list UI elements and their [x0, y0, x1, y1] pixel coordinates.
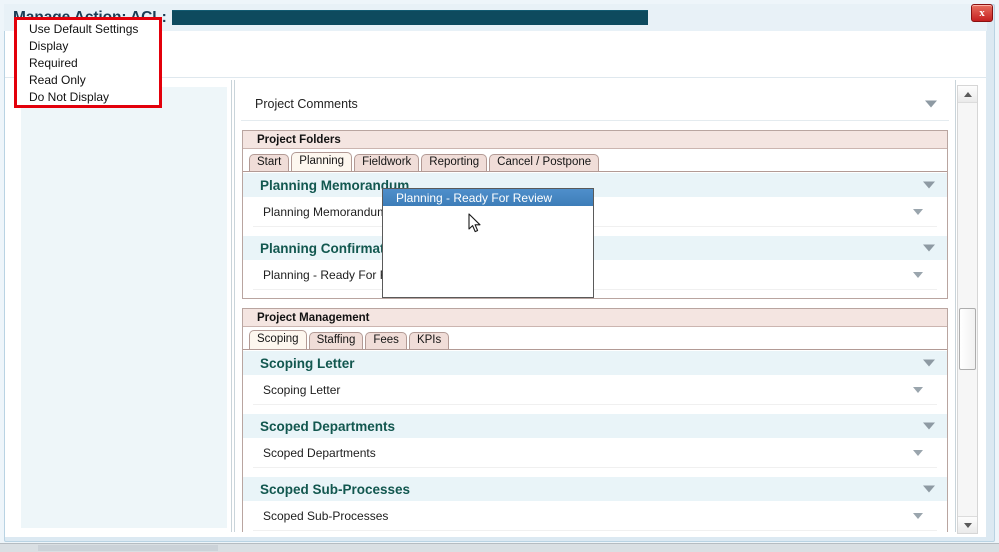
section-item-planning-memorandum[interactable]: Planning Memorandum — [253, 197, 937, 227]
scrollbar-thumb[interactable] — [959, 308, 976, 370]
scroll-down-arrow-icon[interactable] — [958, 516, 977, 533]
scroll-down-glyph — [963, 522, 972, 528]
project-management-group: Project Management Scoping Staffing Fees… — [242, 308, 948, 532]
chevron-down-icon[interactable] — [923, 244, 935, 252]
project-management-title: Project Management — [243, 309, 947, 327]
title-redaction-bar — [171, 10, 648, 25]
tab-scoping[interactable]: Scoping — [249, 330, 307, 349]
chevron-down-icon[interactable] — [923, 422, 935, 430]
menu-item-required[interactable]: Required — [17, 54, 159, 71]
project-management-tabs: Scoping Staffing Fees KPIs — [243, 327, 947, 349]
tab-fieldwork[interactable]: Fieldwork — [354, 154, 420, 171]
chevron-down-icon[interactable] — [913, 512, 923, 519]
main-content-pane: Project Comments Project Folders Start P… — [234, 80, 956, 532]
row-spacer — [243, 531, 947, 532]
chevron-down-icon[interactable] — [913, 271, 923, 278]
chevron-down-icon[interactable] — [925, 100, 937, 108]
vertical-scrollbar[interactable] — [957, 85, 978, 534]
project-management-tab-panel: Scoping Letter Scoping Letter Scoped Dep… — [243, 349, 947, 532]
menu-item-use-default-settings[interactable]: Use Default Settings — [17, 20, 159, 37]
body-area: Project Comments Project Folders Start P… — [5, 78, 986, 537]
menu-item-display[interactable]: Display — [17, 37, 159, 54]
section-item-scoping-letter[interactable]: Scoping Letter — [253, 375, 937, 405]
tab-start[interactable]: Start — [249, 154, 290, 171]
section-item-label: Scoping Letter — [263, 382, 341, 397]
section-item-scoped-sub-processes[interactable]: Scoped Sub-Processes — [253, 501, 937, 531]
section-header-label: Scoping Letter — [260, 355, 355, 371]
section-item-label: Scoped Departments — [263, 445, 376, 460]
close-button[interactable]: x — [971, 4, 993, 22]
chevron-down-icon[interactable] — [923, 359, 935, 367]
taskbar-items-blur — [38, 545, 218, 551]
menu-item-read-only[interactable]: Read Only — [17, 71, 159, 88]
project-folders-tabs: Start Planning Fieldwork Reporting Cance… — [243, 149, 947, 171]
menu-item-do-not-display[interactable]: Do Not Display — [17, 88, 159, 105]
row-spacer — [243, 405, 947, 413]
tab-reporting[interactable]: Reporting — [421, 154, 488, 171]
chevron-down-icon[interactable] — [923, 181, 935, 189]
context-menu-header: Planning - Ready For Review — [383, 189, 593, 206]
chevron-down-icon[interactable] — [913, 386, 923, 393]
context-menu-items: Use Default Settings Display Required Re… — [14, 17, 162, 108]
tab-kpis[interactable]: KPIs — [408, 332, 450, 349]
section-item-scoped-departments[interactable]: Scoped Departments — [253, 438, 937, 468]
chevron-down-icon[interactable] — [913, 449, 923, 456]
section-item-label: Scoped Sub-Processes — [263, 508, 389, 523]
section-header-scoping-letter[interactable]: Scoping Letter — [243, 350, 947, 375]
context-menu: Planning - Ready For Review — [382, 188, 594, 298]
scroll-up-arrow-icon[interactable] — [958, 86, 977, 103]
left-navigation-pane[interactable] — [20, 86, 228, 529]
section-item-label: Planning Memorandum — [263, 204, 388, 219]
pane-divider — [231, 80, 232, 532]
project-comments-bar[interactable]: Project Comments — [241, 88, 949, 121]
chevron-down-icon[interactable] — [913, 208, 923, 215]
row-spacer — [243, 227, 947, 235]
section-header-planning-confirmation[interactable]: Planning Confirmation — [243, 235, 947, 260]
project-folders-group: Project Folders Start Planning Fieldwork… — [242, 130, 948, 299]
close-icon: x — [979, 6, 985, 19]
section-header-label: Scoped Departments — [260, 418, 396, 434]
scroll-up-glyph — [963, 91, 972, 97]
row-spacer — [243, 468, 947, 476]
tab-planning[interactable]: Planning — [291, 152, 353, 171]
section-header-scoped-sub-processes[interactable]: Scoped Sub-Processes — [243, 476, 947, 501]
tab-staffing[interactable]: Staffing — [308, 332, 364, 349]
project-folders-title: Project Folders — [243, 131, 947, 149]
project-comments-label: Project Comments — [255, 97, 358, 111]
desktop-taskbar[interactable] — [0, 543, 999, 552]
application-window: Manage Action: ACL: x Save — [0, 0, 999, 552]
project-folders-tab-panel: Planning Memorandum Planning Memorandum … — [243, 171, 947, 298]
section-header-planning-memorandum[interactable]: Planning Memorandum — [243, 172, 947, 197]
row-spacer — [243, 290, 947, 298]
section-header-label: Scoped Sub-Processes — [260, 481, 411, 497]
section-header-scoped-departments[interactable]: Scoped Departments — [243, 413, 947, 438]
section-item-planning-confirmation[interactable]: Planning - Ready For Review — [253, 260, 937, 290]
chevron-down-icon[interactable] — [923, 485, 935, 493]
tab-cancel-postpone[interactable]: Cancel / Postpone — [489, 154, 600, 171]
tab-fees[interactable]: Fees — [365, 332, 407, 349]
